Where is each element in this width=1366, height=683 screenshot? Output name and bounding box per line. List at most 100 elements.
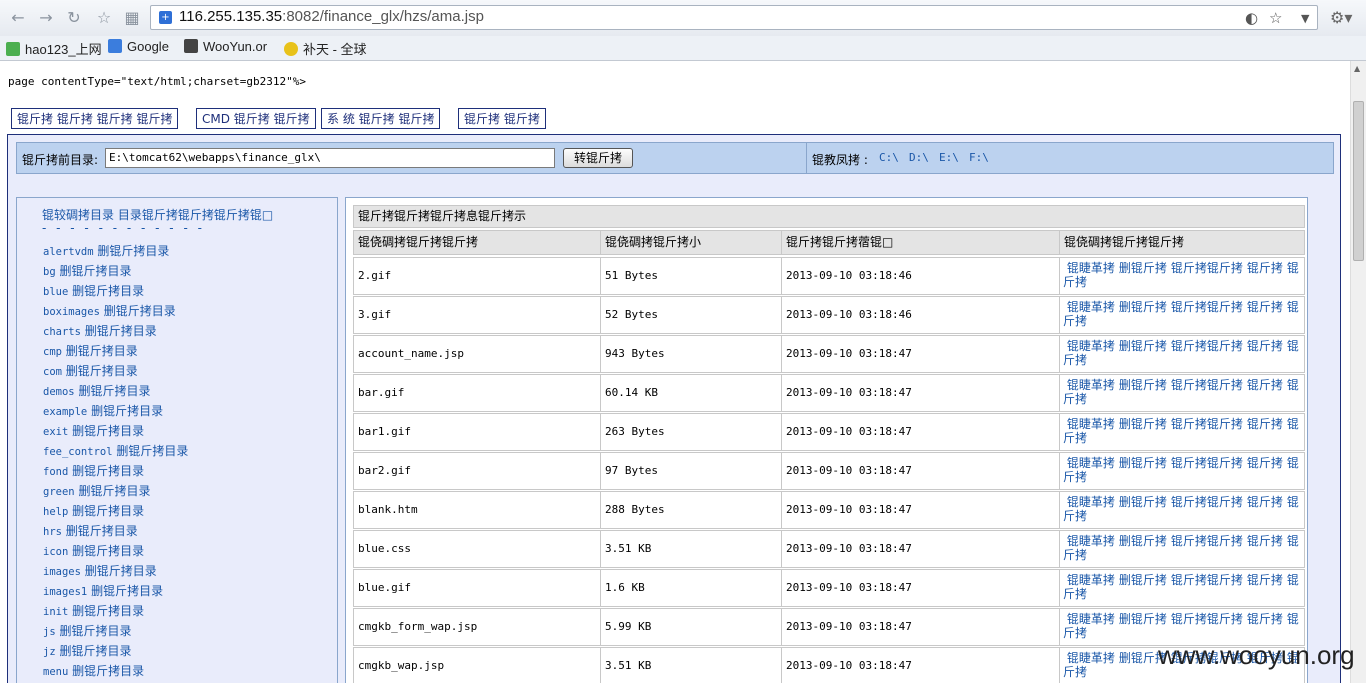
directory-item[interactable]: menu 删锟斤拷目录 <box>43 662 144 679</box>
download-file-link[interactable]: 锟斤拷 <box>1247 534 1283 548</box>
directory-item[interactable]: fee_control 删锟斤拷目录 <box>43 442 188 459</box>
directory-name[interactable]: images <box>43 566 81 578</box>
edit-file-link[interactable]: 锟睫革拷 <box>1067 651 1115 665</box>
edit-file-link[interactable]: 锟睫革拷 <box>1067 261 1115 275</box>
directory-item[interactable]: bg 删锟斤拷目录 <box>43 262 132 279</box>
directory-name[interactable]: boximages <box>43 306 100 318</box>
dropdown-icon[interactable]: ▼ <box>1301 12 1309 25</box>
delete-directory-link[interactable]: 删锟斤拷目录 <box>85 324 157 338</box>
copy-file-link[interactable]: 锟斤拷锟斤拷 <box>1171 378 1243 392</box>
download-file-link[interactable]: 锟斤拷 <box>1247 339 1283 353</box>
delete-directory-link[interactable]: 删锟斤拷目录 <box>97 244 169 258</box>
star-icon[interactable]: ☆ <box>94 8 114 28</box>
download-file-link[interactable]: 锟斤拷 <box>1247 300 1283 314</box>
delete-directory-link[interactable]: 删锟斤拷目录 <box>72 504 144 518</box>
delete-directory-link[interactable]: 删锟斤拷目录 <box>116 444 188 458</box>
directory-name[interactable]: green <box>43 486 75 498</box>
edit-file-link[interactable]: 锟睫革拷 <box>1067 300 1115 314</box>
copy-file-link[interactable]: 锟斤拷锟斤拷 <box>1171 339 1243 353</box>
directory-item[interactable]: boximages 删锟斤拷目录 <box>43 302 176 319</box>
download-file-link[interactable]: 锟斤拷 <box>1247 261 1283 275</box>
copy-file-link[interactable]: 锟斤拷锟斤拷 <box>1171 495 1243 509</box>
directory-item[interactable]: icon 删锟斤拷目录 <box>43 542 144 559</box>
directory-item[interactable]: charts 删锟斤拷目录 <box>43 322 157 339</box>
delete-directory-link[interactable]: 删锟斤拷目录 <box>66 364 138 378</box>
directory-name[interactable]: exit <box>43 426 68 438</box>
edit-file-link[interactable]: 锟睫革拷 <box>1067 378 1115 392</box>
delete-directory-link[interactable]: 删锟斤拷目录 <box>72 284 144 298</box>
delete-directory-link[interactable]: 删锟斤拷目录 <box>59 624 131 638</box>
page-scrollbar[interactable]: ▲ <box>1350 61 1366 683</box>
address-bar[interactable]: + 116.255.135.35:8082/finance_glx/hzs/am… <box>150 5 1318 30</box>
directory-item[interactable]: exit 删锟斤拷目录 <box>43 422 144 439</box>
directory-name[interactable]: blue <box>43 286 68 298</box>
directory-name[interactable]: fee_control <box>43 446 113 458</box>
bookmark-google[interactable]: Google <box>108 39 169 54</box>
edit-file-link[interactable]: 锟睫革拷 <box>1067 417 1115 431</box>
directory-name[interactable]: hrs <box>43 526 62 538</box>
delete-directory-link[interactable]: 删锟斤拷目录 <box>59 644 131 658</box>
copy-file-link[interactable]: 锟斤拷锟斤拷 <box>1171 456 1243 470</box>
path-input[interactable]: E:\tomcat62\webapps\finance_glx\ <box>105 148 555 168</box>
delete-file-link[interactable]: 删锟斤拷 <box>1119 573 1167 587</box>
edit-file-link[interactable]: 锟睫革拷 <box>1067 456 1115 470</box>
delete-file-link[interactable]: 删锟斤拷 <box>1119 534 1167 548</box>
reload-icon[interactable]: ↻ <box>64 8 84 28</box>
delete-directory-link[interactable]: 删锟斤拷目录 <box>78 384 150 398</box>
delete-directory-link[interactable]: 删锟斤拷目录 <box>78 484 150 498</box>
drive-e-link[interactable]: E:\ <box>939 151 959 164</box>
delete-directory-link[interactable]: 删锟斤拷目录 <box>91 404 163 418</box>
scroll-up-icon[interactable]: ▲ <box>1354 64 1360 73</box>
bookmark-star-icon[interactable]: ☆ <box>1269 9 1282 27</box>
top-button-system[interactable]: 系 统 锟斤拷 锟斤拷 <box>321 108 441 129</box>
directory-name[interactable]: js <box>43 626 56 638</box>
directory-name[interactable]: icon <box>43 546 68 558</box>
directory-name[interactable]: help <box>43 506 68 518</box>
copy-file-link[interactable]: 锟斤拷锟斤拷 <box>1171 300 1243 314</box>
address-url[interactable]: 116.255.135.35:8082/finance_glx/hzs/ama.… <box>179 8 484 25</box>
scroll-thumb[interactable] <box>1353 101 1364 261</box>
directory-name[interactable]: cmp <box>43 346 62 358</box>
directory-name[interactable]: fond <box>43 466 68 478</box>
top-button-1[interactable]: 锟斤拷 锟斤拷 锟斤拷 锟斤拷 <box>11 108 179 129</box>
directory-name[interactable]: example <box>43 406 87 418</box>
go-button[interactable]: 转锟斤拷 <box>563 148 633 168</box>
download-file-link[interactable]: 锟斤拷 <box>1247 612 1283 626</box>
download-file-link[interactable]: 锟斤拷 <box>1247 378 1283 392</box>
forward-icon[interactable]: → <box>36 8 56 28</box>
directory-item[interactable]: images1 删锟斤拷目录 <box>43 582 163 599</box>
delete-directory-link[interactable]: 删锟斤拷目录 <box>72 664 144 678</box>
drive-c-link[interactable]: C:\ <box>879 151 899 164</box>
download-file-link[interactable]: 锟斤拷 <box>1247 573 1283 587</box>
directory-name[interactable]: jz <box>43 646 56 658</box>
directory-name[interactable]: bg <box>43 266 56 278</box>
edit-file-link[interactable]: 锟睫革拷 <box>1067 534 1115 548</box>
delete-file-link[interactable]: 删锟斤拷 <box>1119 378 1167 392</box>
directory-item[interactable]: init 删锟斤拷目录 <box>43 602 144 619</box>
delete-directory-link[interactable]: 删锟斤拷目录 <box>72 424 144 438</box>
back-icon[interactable]: ← <box>8 8 28 28</box>
delete-directory-link[interactable]: 删锟斤拷目录 <box>72 604 144 618</box>
edit-file-link[interactable]: 锟睫革拷 <box>1067 573 1115 587</box>
delete-directory-link[interactable]: 删锟斤拷目录 <box>104 304 176 318</box>
directory-name[interactable]: images1 <box>43 586 87 598</box>
delete-directory-link[interactable]: 删锟斤拷目录 <box>66 344 138 358</box>
directory-item[interactable]: jz 删锟斤拷目录 <box>43 642 132 659</box>
compat-icon[interactable]: ◐ <box>1245 9 1258 27</box>
delete-file-link[interactable]: 删锟斤拷 <box>1119 339 1167 353</box>
directory-name[interactable]: charts <box>43 326 81 338</box>
copy-file-link[interactable]: 锟斤拷锟斤拷 <box>1171 612 1243 626</box>
directory-item[interactable]: help 删锟斤拷目录 <box>43 502 144 519</box>
delete-file-link[interactable]: 删锟斤拷 <box>1119 417 1167 431</box>
delete-file-link[interactable]: 删锟斤拷 <box>1119 261 1167 275</box>
delete-directory-link[interactable]: 删锟斤拷目录 <box>91 584 163 598</box>
delete-file-link[interactable]: 删锟斤拷 <box>1119 495 1167 509</box>
download-file-link[interactable]: 锟斤拷 <box>1247 456 1283 470</box>
directory-item[interactable]: com 删锟斤拷目录 <box>43 362 138 379</box>
copy-file-link[interactable]: 锟斤拷锟斤拷 <box>1171 417 1243 431</box>
download-file-link[interactable]: 锟斤拷 <box>1247 417 1283 431</box>
directory-name[interactable]: init <box>43 606 68 618</box>
directory-item[interactable]: images 删锟斤拷目录 <box>43 562 157 579</box>
directory-item[interactable]: hrs 删锟斤拷目录 <box>43 522 138 539</box>
top-button-4[interactable]: 锟斤拷 锟斤拷 <box>458 108 546 129</box>
